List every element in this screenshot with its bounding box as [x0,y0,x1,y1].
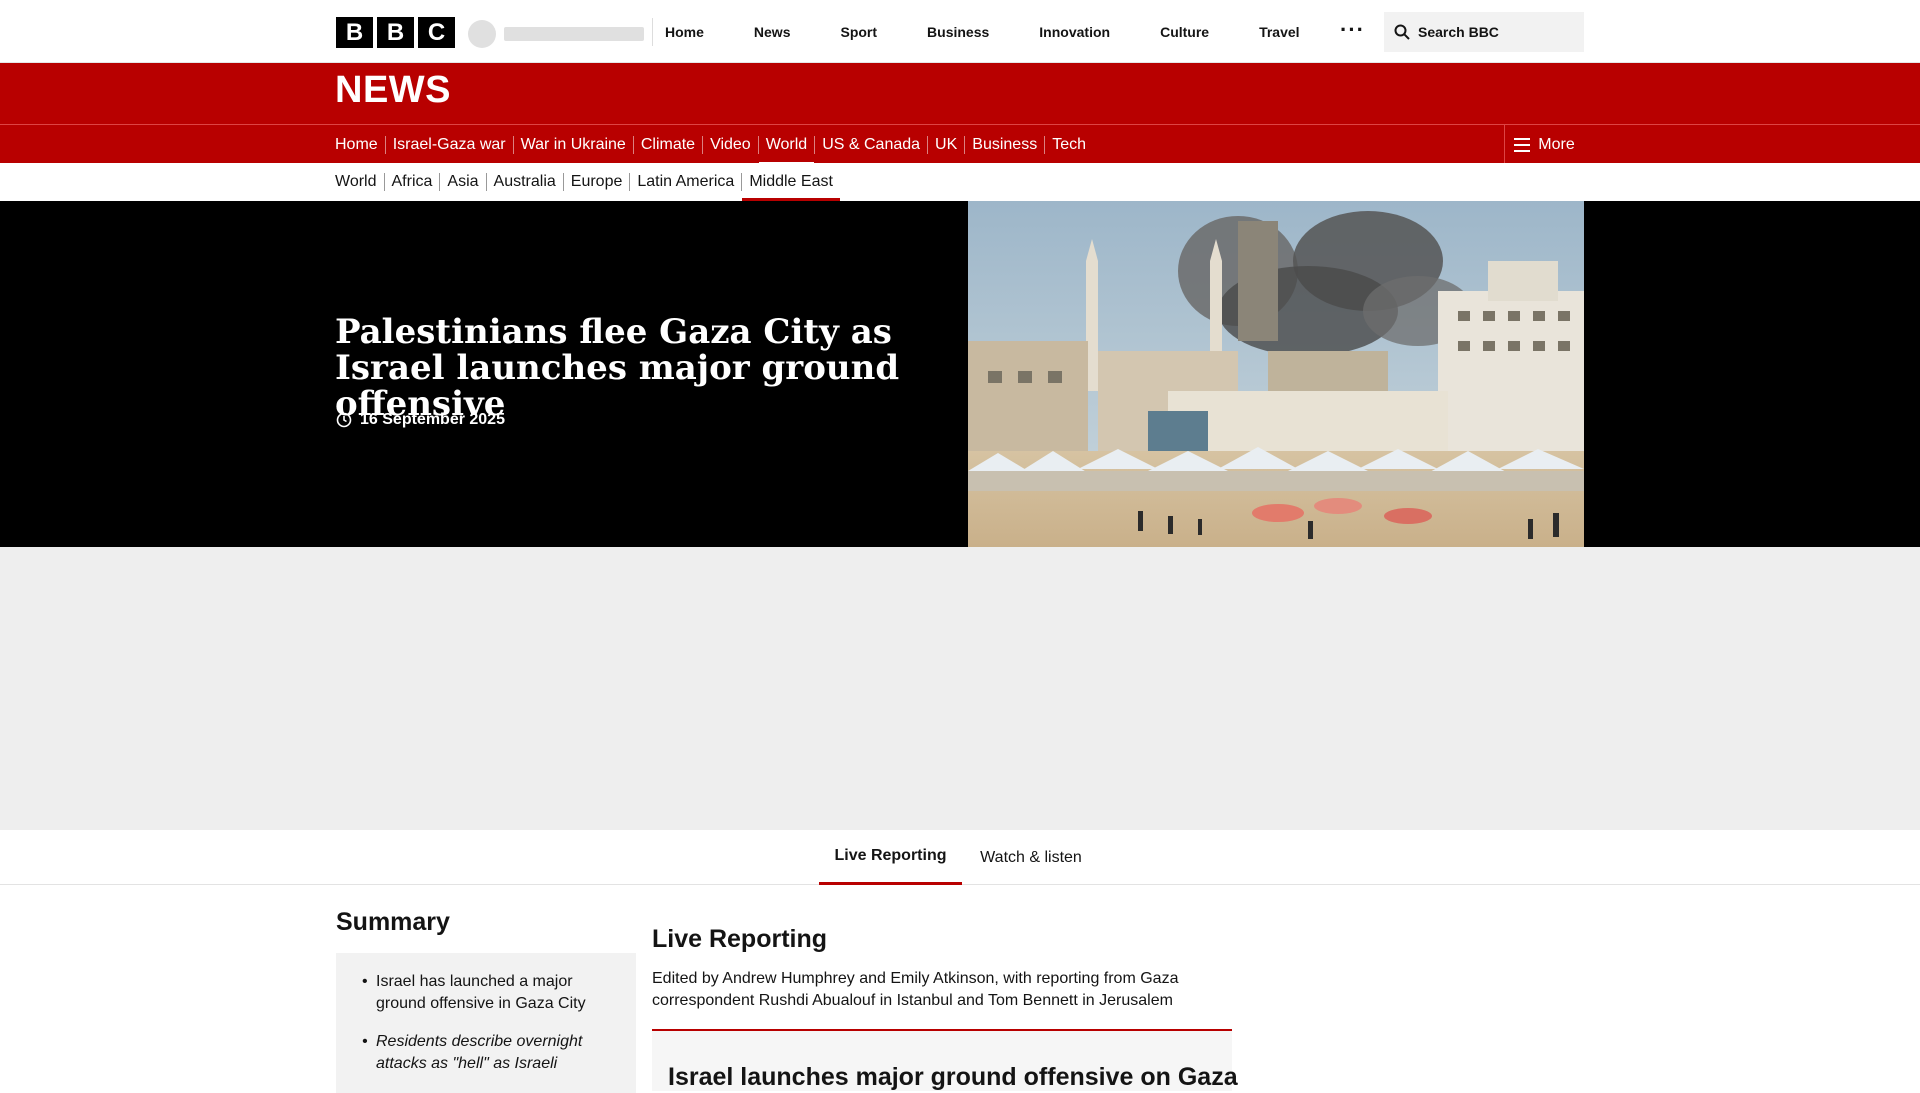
global-header: B B C Home News Sport Business Innovatio… [0,0,1920,63]
summary-heading: Summary [336,908,450,936]
advert-placeholder [0,547,1920,830]
sub-nav-middle-east[interactable]: Middle East [741,173,840,201]
publish-date: 16 September 2025 [336,411,505,429]
tab-watch-listen[interactable]: Watch & listen [962,830,1100,885]
summary-list: Israel has launched a major ground offen… [362,971,616,1075]
global-nav: Home News Sport Business Innovation Cult… [665,0,1350,63]
publish-date-text: 16 September 2025 [360,411,505,428]
gaza-photo [968,201,1584,547]
news-nav-war-in-ukraine[interactable]: War in Ukraine [512,135,633,154]
sub-nav-africa[interactable]: Africa [383,173,440,191]
summary-box: Israel has launched a major ground offen… [336,953,636,1093]
sub-nav-world[interactable]: World [335,173,384,191]
search-button[interactable]: Search BBC [1384,12,1584,52]
more-label: More [1538,135,1575,153]
logo-letter-b2: B [377,17,414,48]
global-nav-travel[interactable]: Travel [1259,24,1299,40]
global-nav-news[interactable]: News [754,24,791,40]
news-nav-business[interactable]: Business [964,135,1044,154]
global-nav-home[interactable]: Home [665,24,704,40]
hero-banner: Palestinians flee Gaza City as Israel la… [0,201,1920,547]
header-divider [652,18,653,46]
global-nav-innovation[interactable]: Innovation [1039,24,1110,40]
more-menu-button[interactable]: More [1504,125,1584,164]
news-wordmark[interactable]: NEWS [335,69,451,112]
summary-item[interactable]: Israel has launched a major ground offen… [362,971,616,1015]
news-nav-world[interactable]: World [757,135,815,165]
news-nav-israel-gaza-war[interactable]: Israel-Gaza war [384,135,513,154]
world-sub-nav: World Africa Asia Australia Europe Latin… [0,163,1920,201]
sub-nav-latin-america[interactable]: Latin America [629,173,741,191]
news-masthead: NEWS [0,63,1920,124]
hero-image [968,201,1584,547]
live-post: Israel launches major ground offensive o… [652,1031,1238,1091]
news-nav-us-canada[interactable]: US & Canada [814,135,927,154]
news-nav-climate[interactable]: Climate [632,135,702,154]
account-avatar-placeholder[interactable] [468,20,496,48]
live-post-title[interactable]: Israel launches major ground offensive o… [668,1063,1238,1092]
search-label: Search BBC [1418,24,1499,40]
news-section-nav: Home Israel-Gaza war War in Ukraine Clim… [0,124,1920,165]
hamburger-icon [1514,137,1531,152]
content-tabs: Live Reporting Watch & listen [0,830,1920,885]
news-nav-uk[interactable]: UK [927,135,964,154]
sub-nav-australia[interactable]: Australia [485,173,563,191]
news-nav-home[interactable]: Home [335,136,385,154]
bbc-logo[interactable]: B B C [336,17,455,48]
search-icon [1394,24,1410,40]
global-nav-sport[interactable]: Sport [840,24,877,40]
logo-letter-b1: B [336,17,373,48]
page-title: Palestinians flee Gaza City as Israel la… [335,312,900,424]
sub-nav-asia[interactable]: Asia [439,173,485,191]
ellipsis-icon[interactable]: ··· [1340,19,1365,41]
logo-letter-c: C [418,17,455,48]
sub-nav-europe[interactable]: Europe [562,173,630,191]
global-nav-business[interactable]: Business [927,24,989,40]
live-reporting-heading: Live Reporting [652,925,828,953]
tab-live-reporting[interactable]: Live Reporting [819,830,962,885]
summary-item[interactable]: Residents describe overnight attacks as … [362,1031,616,1075]
global-nav-culture[interactable]: Culture [1160,24,1209,40]
account-name-placeholder[interactable] [504,27,644,41]
news-nav-tech[interactable]: Tech [1044,135,1093,154]
news-nav-video[interactable]: Video [702,135,758,154]
live-credits: Edited by Andrew Humphrey and Emily Atki… [652,970,1179,1009]
clock-icon [336,412,352,428]
